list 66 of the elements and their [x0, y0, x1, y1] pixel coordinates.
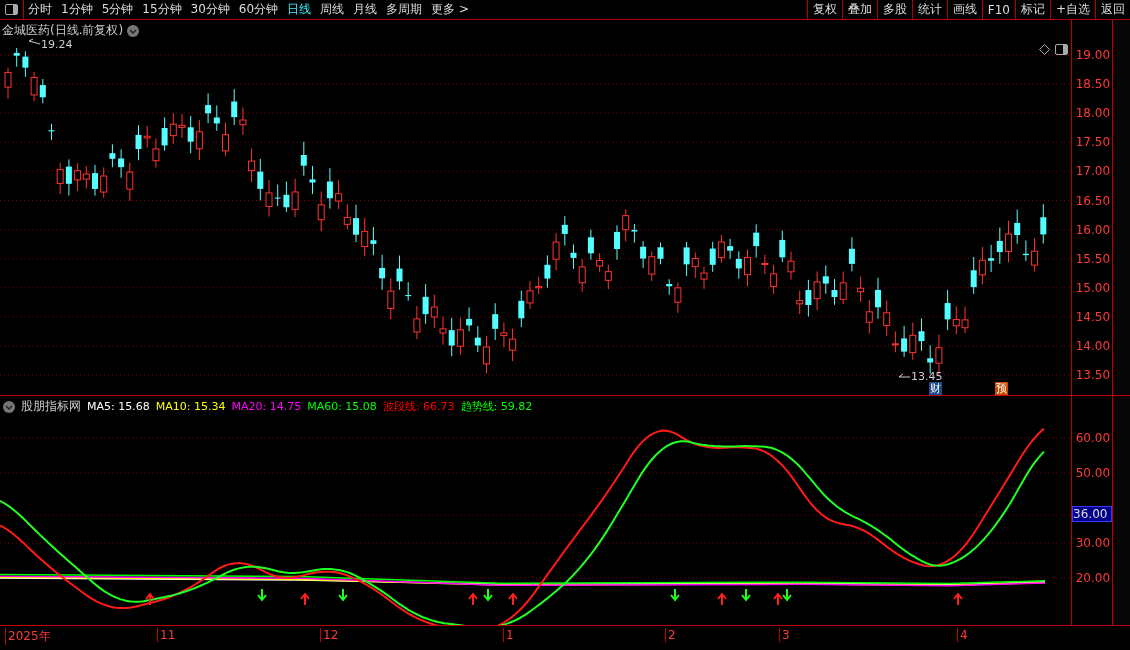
- legend-item: MA60: 15.08: [307, 400, 377, 413]
- date-label: 12: [320, 628, 339, 642]
- indicator-title: 股朋指标网: [21, 398, 81, 415]
- date-label: 1: [503, 628, 514, 642]
- legend-item: MA5: 15.68: [87, 400, 150, 413]
- candlestick: [353, 204, 359, 243]
- high-price-label: 19.24: [41, 38, 73, 51]
- low-price-label: 13.45: [911, 370, 943, 383]
- date-label: 3: [779, 628, 790, 642]
- axis-label: 60.00: [1075, 431, 1110, 445]
- arrow-icon: [28, 38, 41, 45]
- sidebar-icon[interactable]: [1055, 44, 1068, 55]
- buy-arrow-icon: [468, 592, 478, 606]
- diamond-icon[interactable]: [1039, 44, 1050, 55]
- buy-arrow-icon: [953, 592, 963, 606]
- date-label: 2: [665, 628, 676, 642]
- buy-arrow-icon: [145, 592, 155, 606]
- candlestick: [222, 122, 229, 157]
- axis-label: 13.50: [1075, 368, 1110, 383]
- date-label: 2025年: [5, 628, 51, 645]
- axis-label: 17.50: [1075, 135, 1110, 150]
- current-value-label: 36.00: [1072, 506, 1112, 522]
- axis-label: 14.00: [1075, 339, 1110, 353]
- axis-label: 16.50: [1075, 193, 1110, 208]
- candlestick: [483, 335, 490, 374]
- sell-arrow-icon: [338, 588, 348, 602]
- candlestick: [405, 281, 412, 302]
- sell-arrow-icon: [670, 588, 680, 602]
- axis-label: 20.00: [1075, 571, 1110, 585]
- candlestick: [614, 224, 620, 261]
- legend-item: MA10: 15.34: [155, 400, 226, 413]
- axis-label: 50.00: [1075, 466, 1110, 480]
- axis-label: 15.50: [1075, 251, 1110, 266]
- axis-label: 18.50: [1075, 77, 1110, 92]
- event-badge[interactable]: 预: [995, 382, 1008, 395]
- buy-arrow-icon: [773, 592, 783, 606]
- dropdown-icon[interactable]: [3, 400, 15, 413]
- axis-label: 19.00: [1075, 48, 1110, 62]
- axis-label: 15.00: [1075, 280, 1110, 295]
- axis-label: 16.00: [1075, 222, 1110, 237]
- legend-item: MA20: 14.75: [231, 400, 302, 413]
- axis-label: 30.00: [1075, 536, 1110, 550]
- candlestick: [48, 123, 55, 141]
- buy-arrow-icon: [508, 592, 518, 606]
- sell-arrow-icon: [741, 588, 751, 602]
- dropdown-icon[interactable]: [127, 24, 140, 37]
- legend-item: 趋势线: 59.82: [460, 399, 533, 414]
- sell-arrow-icon: [483, 588, 493, 602]
- event-badge[interactable]: 财: [929, 382, 942, 395]
- candlestick: [1005, 220, 1012, 263]
- buy-arrow-icon: [300, 592, 310, 606]
- candlestick: [744, 248, 751, 287]
- buy-arrow-icon: [717, 592, 727, 606]
- sell-arrow-icon: [257, 588, 267, 602]
- date-label: 11: [157, 628, 176, 642]
- stock-title: 金城医药(日线.前复权): [2, 22, 124, 39]
- sell-arrow-icon: [782, 588, 792, 602]
- arrow-icon: [898, 373, 911, 378]
- axis-label: 14.50: [1075, 309, 1110, 324]
- candlestick: [875, 277, 881, 320]
- candlestick: [92, 164, 98, 197]
- axis-label: 17.00: [1075, 164, 1110, 179]
- legend-item: 波段线: 66.73: [382, 399, 455, 414]
- axis-label: 18.00: [1075, 106, 1110, 121]
- date-label: 4: [957, 628, 968, 642]
- sidebar-icon: [5, 4, 18, 15]
